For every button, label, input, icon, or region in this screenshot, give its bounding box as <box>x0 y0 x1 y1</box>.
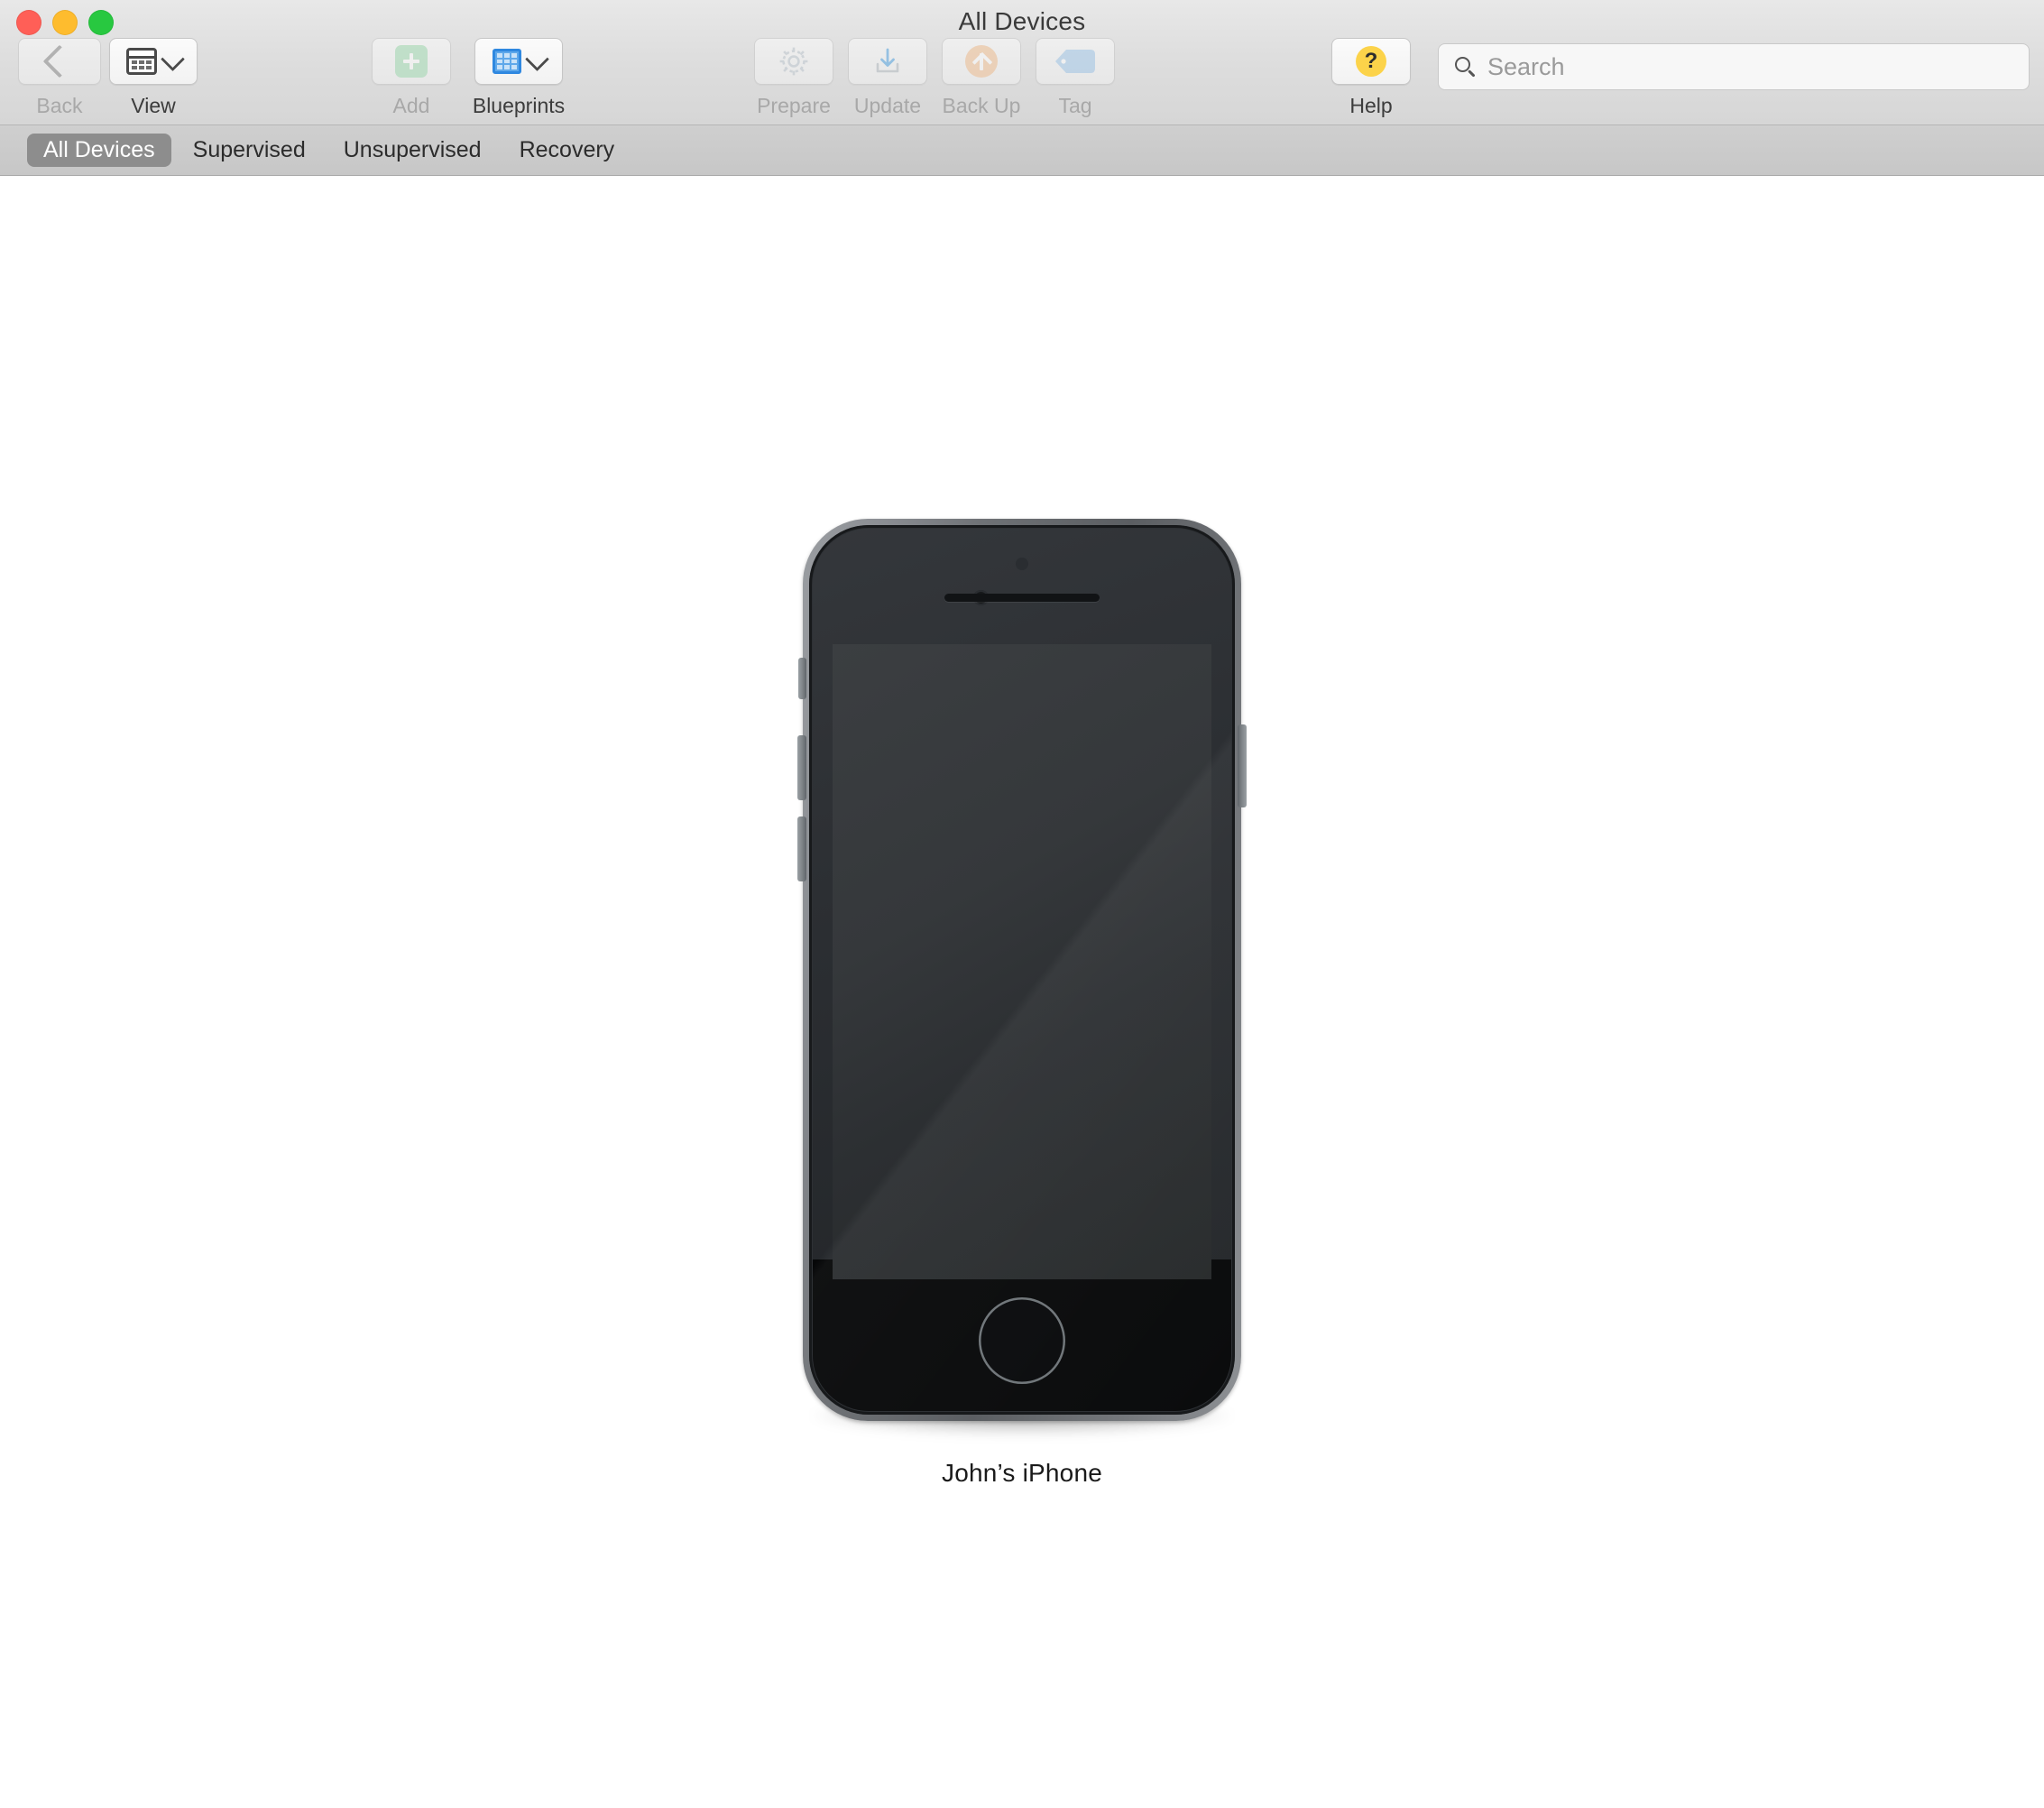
earpiece-speaker-icon <box>944 594 1100 602</box>
download-tray-icon <box>872 46 903 77</box>
blueprint-grid-icon <box>492 49 521 74</box>
help-question-icon: ? <box>1356 46 1386 77</box>
window-title: All Devices <box>958 7 1086 35</box>
backup-button[interactable]: Back Up <box>935 38 1028 118</box>
iphone-screen <box>833 644 1211 1279</box>
blueprints-button[interactable]: Blueprints <box>458 38 579 118</box>
gear-icon <box>778 45 810 78</box>
proximity-sensor-icon <box>1016 558 1028 570</box>
tag-button[interactable]: Tag <box>1028 38 1122 118</box>
backup-button-surface[interactable] <box>942 38 1021 85</box>
view-button-surface[interactable] <box>109 38 198 85</box>
search-field[interactable] <box>1438 43 2030 90</box>
toolbar: All Devices Back View Add Blueprints Pre… <box>0 0 2044 125</box>
tab-recovery[interactable]: Recovery <box>503 134 631 167</box>
add-plus-icon <box>395 45 428 78</box>
toolbar-group-help: ? Help <box>1324 38 1418 118</box>
help-button[interactable]: ? Help <box>1324 38 1418 118</box>
tab-unsupervised[interactable]: Unsupervised <box>327 134 498 167</box>
chevron-left-icon <box>42 44 77 78</box>
traffic-lights <box>16 10 114 35</box>
add-button-surface[interactable] <box>372 38 451 85</box>
blueprints-button-label: Blueprints <box>472 94 566 117</box>
filter-tabbar: All Devices Supervised Unsupervised Reco… <box>0 125 2044 176</box>
tag-icon <box>1054 49 1096 74</box>
iphone-illustration[interactable] <box>797 519 1247 1435</box>
device-name-label: John’s iPhone <box>942 1459 1102 1487</box>
close-window-button[interactable] <box>16 10 41 35</box>
device-tile[interactable]: John’s iPhone <box>797 519 1247 1488</box>
upload-circle-icon <box>965 45 998 78</box>
iphone-body[interactable] <box>797 519 1247 1421</box>
chevron-down-icon <box>160 46 185 71</box>
prepare-button[interactable]: Prepare <box>747 38 841 118</box>
back-button[interactable]: Back <box>13 38 106 118</box>
search-icon <box>1455 57 1475 77</box>
help-button-surface[interactable]: ? <box>1331 38 1411 85</box>
home-button-icon <box>979 1297 1065 1384</box>
update-button-surface[interactable] <box>848 38 927 85</box>
grid-window-icon <box>125 48 157 75</box>
toolbar-group-actions: Prepare Update Back Up Tag <box>747 38 1122 118</box>
back-button-surface[interactable] <box>18 38 101 85</box>
toolbar-group-manage: Add Blueprints <box>364 38 579 118</box>
mute-switch-icon <box>798 658 806 699</box>
view-button-label: View <box>131 94 176 117</box>
app-window: All Devices Back View Add Blueprints Pre… <box>0 0 2044 1808</box>
device-grid: John’s iPhone <box>0 176 2044 1808</box>
help-button-label: Help <box>1349 94 1393 117</box>
search-input[interactable] <box>1487 52 2029 81</box>
view-button[interactable]: View <box>106 38 200 118</box>
prepare-button-label: Prepare <box>757 94 831 117</box>
search-container <box>1438 43 2030 90</box>
update-button-label: Update <box>853 94 922 117</box>
tag-button-surface[interactable] <box>1036 38 1115 85</box>
iphone-front-face <box>813 529 1231 1411</box>
update-button[interactable]: Update <box>841 38 935 118</box>
tab-supervised[interactable]: Supervised <box>177 134 322 167</box>
blueprints-button-surface[interactable] <box>474 38 563 85</box>
iphone-bezel <box>809 525 1235 1415</box>
backup-button-label: Back Up <box>942 94 1021 117</box>
power-button-icon <box>1238 724 1247 807</box>
toolbar-group-navigation: Back View <box>13 38 200 118</box>
tag-button-label: Tag <box>1058 94 1092 117</box>
add-button[interactable]: Add <box>364 38 458 118</box>
volume-down-button-icon <box>797 816 806 881</box>
volume-up-button-icon <box>797 735 806 800</box>
chevron-down-icon <box>524 46 549 71</box>
add-button-label: Add <box>392 94 430 117</box>
minimize-window-button[interactable] <box>52 10 78 35</box>
prepare-button-surface[interactable] <box>754 38 833 85</box>
back-button-label: Back <box>36 94 83 117</box>
tab-all-devices[interactable]: All Devices <box>27 134 171 167</box>
maximize-window-button[interactable] <box>88 10 114 35</box>
